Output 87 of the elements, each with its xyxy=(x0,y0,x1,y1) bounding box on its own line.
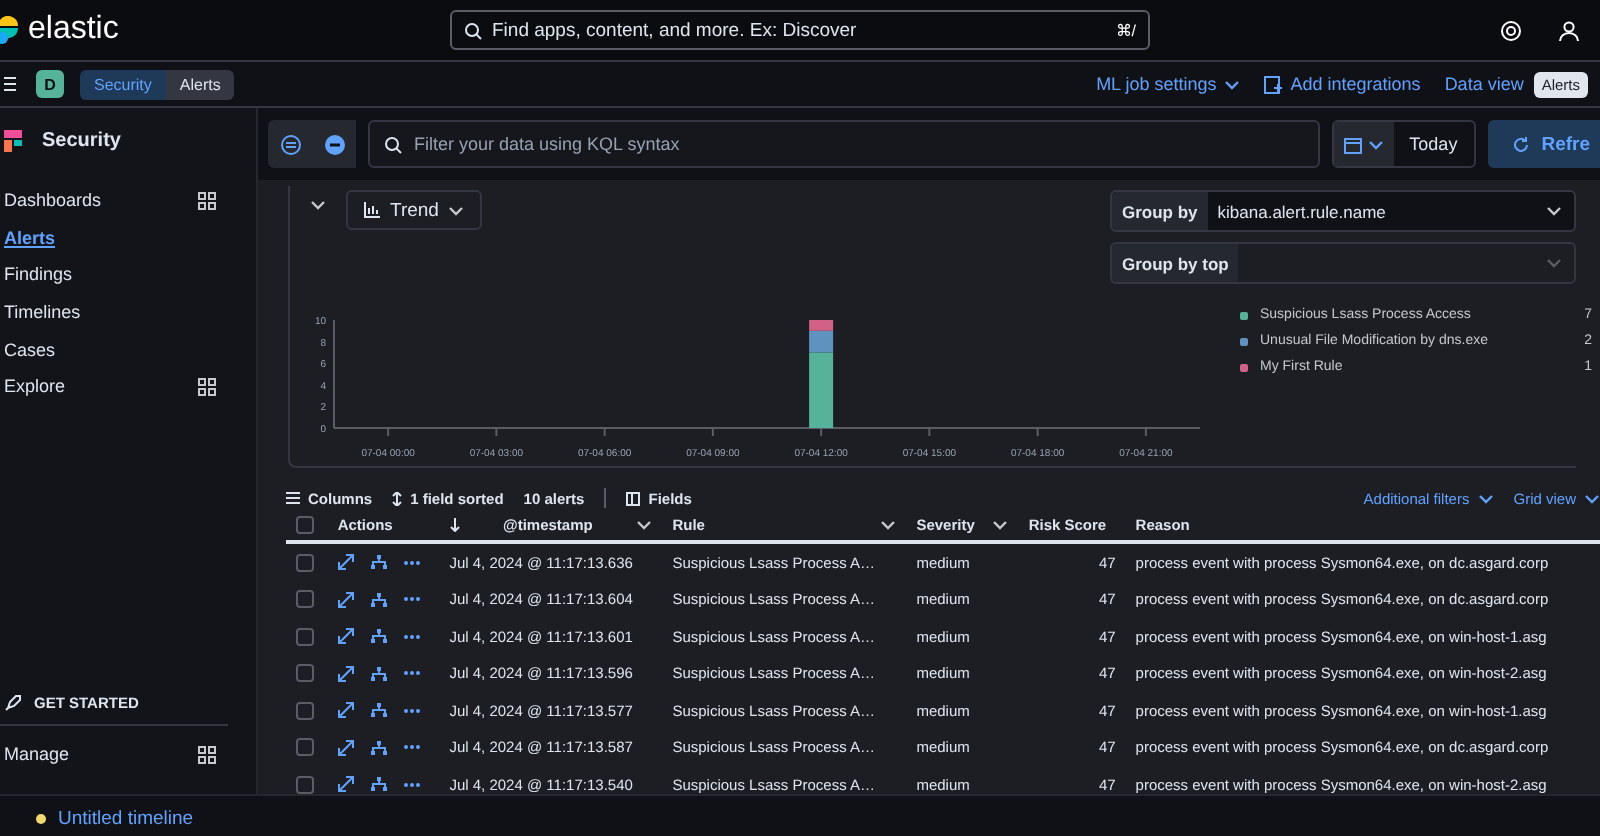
breadcrumb[interactable]: Security xyxy=(80,69,166,99)
chevron-down-icon xyxy=(310,200,326,210)
grid-icon xyxy=(198,377,216,396)
chevron-down-icon xyxy=(1224,79,1241,89)
global-search-field[interactable]: Find apps, content, and more. Ex: Discover xyxy=(492,19,1106,41)
refresh-icon xyxy=(1511,135,1530,153)
chevron-down-icon xyxy=(1367,139,1384,149)
nav-item[interactable]: Findings xyxy=(0,256,256,294)
integrations-icon xyxy=(1264,75,1283,93)
user-menu-icon[interactable] xyxy=(1558,19,1580,41)
search-icon xyxy=(384,135,402,153)
calendar-icon xyxy=(1343,135,1362,153)
group-by-top-select[interactable]: Group by top xyxy=(1110,242,1576,284)
more-icon[interactable] xyxy=(403,633,420,640)
data-view-label: Data view xyxy=(1444,74,1524,94)
sidebar-title: Security xyxy=(42,130,121,152)
chevron-down-icon xyxy=(1546,258,1562,268)
nav-item[interactable]: Dashboards xyxy=(0,182,256,220)
chart-icon xyxy=(364,202,380,218)
grid-icon xyxy=(198,191,216,210)
expand-icon[interactable] xyxy=(337,665,354,682)
expand-icon[interactable] xyxy=(337,628,354,645)
expand-icon[interactable] xyxy=(337,702,354,719)
refresh-button[interactable]: Refre xyxy=(1487,120,1600,168)
grid-icon xyxy=(198,745,216,763)
row-checkbox[interactable] xyxy=(296,590,314,609)
view-selector[interactable]: Trend xyxy=(346,190,483,230)
hierarchy-icon[interactable] xyxy=(369,554,388,571)
date-picker-button[interactable] xyxy=(1333,122,1394,166)
more-icon[interactable] xyxy=(403,707,420,714)
chevron-down-icon xyxy=(1477,493,1494,503)
table-icon xyxy=(626,491,641,505)
nav-item[interactable]: Timelines xyxy=(0,293,256,331)
help-icon[interactable] xyxy=(1500,19,1522,41)
manage-nav-item[interactable]: Manage xyxy=(0,726,256,782)
chevron-down-icon xyxy=(880,519,897,529)
more-icon[interactable] xyxy=(403,596,420,603)
row-checkbox[interactable] xyxy=(296,664,314,683)
more-icon[interactable] xyxy=(403,559,420,566)
select-all-checkbox[interactable] xyxy=(296,515,314,533)
minus-circle-icon xyxy=(323,133,345,155)
hierarchy-icon[interactable] xyxy=(369,739,388,756)
hierarchy-icon[interactable] xyxy=(369,776,388,793)
nav-item[interactable]: Cases xyxy=(0,330,256,368)
menu-icon[interactable] xyxy=(0,76,20,92)
row-checkbox[interactable] xyxy=(296,701,314,720)
row-checkbox[interactable] xyxy=(296,627,314,646)
logo-text: elastic xyxy=(28,12,119,48)
nav-item[interactable]: Explore xyxy=(0,367,256,406)
security-logo-icon xyxy=(4,130,22,152)
group-by-select[interactable]: Group by kibana.alert.rule.name xyxy=(1110,190,1576,232)
sort-icon xyxy=(392,491,403,505)
row-checkbox[interactable] xyxy=(296,553,314,572)
expand-icon[interactable] xyxy=(337,554,354,571)
more-icon[interactable] xyxy=(403,781,420,788)
status-dot xyxy=(36,814,46,824)
kql-filter-box[interactable]: Filter your data using KQL syntax xyxy=(368,120,1320,168)
hierarchy-icon[interactable] xyxy=(369,702,388,719)
chevron-down-icon xyxy=(1584,493,1600,503)
chevron-down-icon xyxy=(1546,206,1562,216)
breadcrumb[interactable]: Alerts xyxy=(165,69,235,99)
chevron-down-icon xyxy=(992,519,1009,529)
search-icon xyxy=(464,21,482,39)
timeline-link[interactable]: Untitled timeline xyxy=(58,808,194,830)
expand-icon[interactable] xyxy=(337,739,354,756)
shortcut-hint: ⌘/ xyxy=(1115,21,1136,39)
global-search-box[interactable]: Find apps, content, and more. Ex: Discover ⌘/ xyxy=(450,10,1150,50)
logo-icon xyxy=(0,16,20,44)
hierarchy-icon[interactable] xyxy=(369,665,388,682)
space-avatar[interactable]: D xyxy=(36,70,64,98)
expand-icon[interactable] xyxy=(337,591,354,608)
row-checkbox[interactable] xyxy=(296,775,314,794)
row-checkbox[interactable] xyxy=(296,738,314,757)
sort-down-icon xyxy=(449,517,460,531)
saved-query-icon xyxy=(279,133,301,155)
ml-job-settings-button[interactable]: ML job settings xyxy=(1096,74,1241,94)
more-icon[interactable] xyxy=(403,670,420,677)
chevron-down-icon xyxy=(448,205,465,215)
chevron-down-icon xyxy=(636,519,653,529)
more-icon[interactable] xyxy=(403,744,420,751)
list-icon xyxy=(286,492,300,504)
hierarchy-icon[interactable] xyxy=(369,628,388,645)
kql-filter-field[interactable]: Filter your data using KQL syntax xyxy=(414,134,1304,154)
add-integrations-link[interactable]: Add integrations xyxy=(1264,74,1421,94)
nav-item[interactable]: Alerts xyxy=(0,219,256,257)
hierarchy-icon[interactable] xyxy=(369,591,388,608)
expand-icon[interactable] xyxy=(337,776,354,793)
